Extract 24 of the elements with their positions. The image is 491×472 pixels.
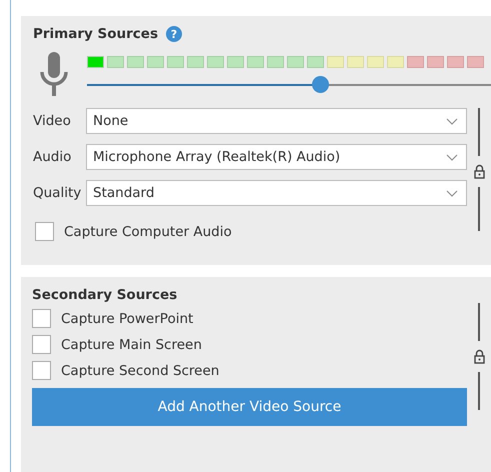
checkbox[interactable] (32, 309, 51, 328)
checkbox-label: Capture Computer Audio (64, 224, 232, 240)
dropdown[interactable]: None (86, 108, 467, 134)
chevron-icon (446, 118, 458, 124)
checkbox-label: Capture PowerPoint (61, 310, 194, 326)
section-title: Secondary Sources (32, 287, 178, 303)
volume-slider[interactable] (87, 76, 491, 93)
checkbox-label: Capture Main Screen (61, 336, 202, 352)
chevron-icon (446, 154, 458, 160)
lock-icon[interactable] (474, 164, 484, 179)
field-label: Video (33, 113, 72, 129)
checkbox[interactable] (32, 335, 51, 354)
chevron-icon (446, 190, 458, 196)
checkbox[interactable] (32, 361, 51, 380)
checkbox[interactable] (35, 222, 54, 241)
checkbox-label: Capture Second Screen (61, 362, 220, 378)
lock-icon[interactable] (474, 349, 484, 364)
microphone-icon[interactable] (39, 52, 69, 98)
dropdown[interactable]: Microphone Array (Realtek(R) Audio) (86, 144, 467, 170)
dropdown[interactable]: Standard (86, 180, 467, 206)
slider-thumb[interactable] (312, 76, 330, 93)
field-label: Audio (33, 149, 72, 165)
field-label: Quality (33, 185, 82, 201)
section-title: Primary Sources (33, 26, 158, 42)
